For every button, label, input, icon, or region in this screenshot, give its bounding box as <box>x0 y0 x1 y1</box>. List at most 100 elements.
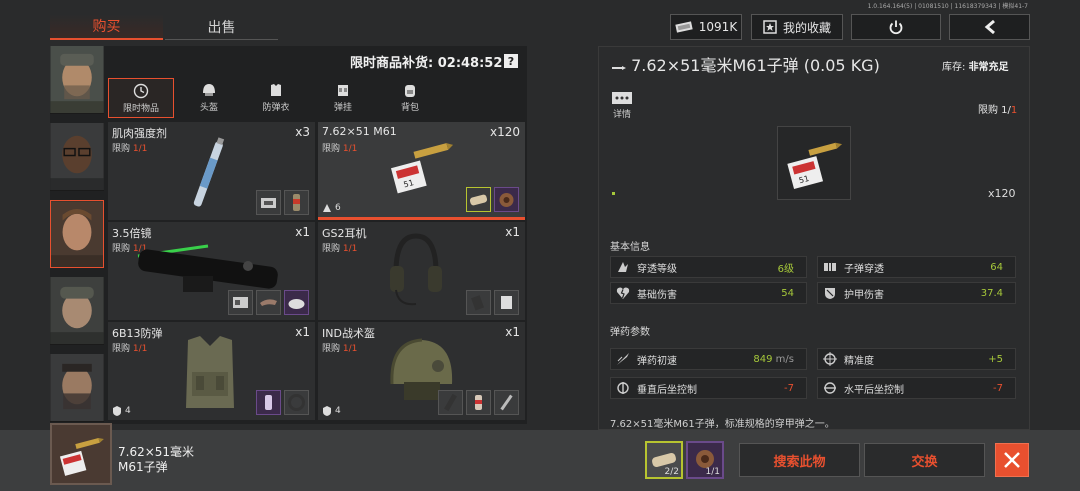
item-limit: 限购 1/1 <box>322 144 358 154</box>
vertical-recoil-icon <box>617 382 629 394</box>
req-item-1[interactable] <box>466 290 491 315</box>
crosshair-icon <box>823 352 837 366</box>
stat-armor-damage: 护甲伤害 37.4 <box>817 282 1016 304</box>
star-badge-icon <box>763 20 777 34</box>
category-label: 弹挂 <box>333 103 352 113</box>
backpack-icon <box>405 85 415 97</box>
help-button[interactable]: ? <box>504 54 518 68</box>
stock-status: 库存: 非常充足 <box>942 62 1009 73</box>
trade-button[interactable]: 交换 <box>864 443 985 477</box>
shop-panel: 限时商品补货: 02:48:52 ? 限时物品 头盔 防弹衣 弹挂 背包 肌肉强… <box>50 46 527 424</box>
req-item-2[interactable] <box>256 290 281 315</box>
favorites-label: 我的收藏 <box>782 20 831 35</box>
stat-penetration-level: 穿透等级 6级 <box>610 256 807 278</box>
cash-icon <box>675 21 693 33</box>
item-qty: x1 <box>505 225 520 239</box>
category-label: 背包 <box>400 103 419 113</box>
armor-class-badge: 4 <box>112 406 131 416</box>
tab-sell[interactable]: 出售 <box>165 14 278 40</box>
helmet-icon <box>203 84 215 96</box>
req-item-2[interactable] <box>284 190 309 215</box>
item-detail-panel <box>598 46 1030 430</box>
item-card-muscle-stim[interactable]: 肌肉强度剂 限购 1/1 x3 <box>108 122 315 220</box>
search-item-button[interactable]: 搜索此物 <box>739 443 860 477</box>
category-rig[interactable]: 弹挂 <box>310 78 376 118</box>
category-backpack[interactable]: 背包 <box>377 78 443 118</box>
broken-heart-icon <box>616 287 630 299</box>
item-limit: 限购 1/1 <box>322 344 358 354</box>
req-item-2[interactable] <box>494 187 519 212</box>
section-basic-info: 基本信息 <box>610 242 650 253</box>
weight-icon <box>323 204 331 212</box>
item-limit: 限购 1/1 <box>322 244 358 254</box>
req-item-2[interactable] <box>466 390 491 415</box>
trader-avatar-3[interactable] <box>50 200 104 268</box>
item-card-ind-helmet[interactable]: IND战术盔 限购 1/1 x1 4 <box>318 322 525 420</box>
trader-avatar-4[interactable] <box>50 277 104 345</box>
shield-icon <box>113 406 121 416</box>
syringe-image <box>193 137 225 207</box>
weight-badge: 6 <box>322 203 341 213</box>
item-card-6b13-armor[interactable]: 6B13防弹 限购 1/1 x1 4 <box>108 322 315 420</box>
item-card-scope[interactable]: 3.5倍镜 限购 1/1 x1 <box>108 222 315 320</box>
back-button[interactable] <box>949 14 1030 40</box>
req-item-3[interactable] <box>284 290 309 315</box>
item-name: IND战术盔 <box>322 327 375 340</box>
close-button[interactable] <box>995 443 1029 477</box>
trader-avatar-2[interactable] <box>50 123 104 191</box>
trade-cost-item-2[interactable]: 1/1 <box>686 441 724 479</box>
bullet-pen-icon <box>824 263 836 271</box>
ammo-box-image <box>59 437 104 476</box>
item-qty: x1 <box>505 325 520 339</box>
req-item-1[interactable] <box>438 390 463 415</box>
category-label: 限时物品 <box>122 104 159 114</box>
section-ammo-params: 弹药参数 <box>610 327 650 338</box>
trade-cost-item-1[interactable]: 2/2 <box>645 441 683 479</box>
clock-icon <box>133 83 149 99</box>
item-description: 7.62×51毫米M61子弹，标准规格的穿甲弹之一。 <box>610 419 835 430</box>
rig-icon <box>338 85 348 96</box>
purchase-limit: 限购 1/1 <box>978 105 1018 116</box>
category-label: 防弹衣 <box>262 103 290 113</box>
close-icon <box>1004 452 1020 468</box>
currency-amount: 1091K <box>698 20 738 34</box>
item-limit: 限购 1/1 <box>112 144 148 154</box>
power-icon <box>889 20 903 35</box>
req-item-1[interactable] <box>256 190 281 215</box>
velocity-icon <box>617 353 629 365</box>
penetration-icon <box>618 262 628 272</box>
stat-accuracy: 精准度 +5 <box>817 348 1016 370</box>
tab-buy[interactable]: 购买 <box>50 14 163 40</box>
req-item-1[interactable] <box>228 290 253 315</box>
item-qty: x3 <box>295 125 310 139</box>
req-item-2[interactable] <box>284 390 309 415</box>
details-button[interactable]: 详情 <box>612 92 632 120</box>
stat-vertical-recoil: 垂直后坐控制 -7 <box>610 377 807 399</box>
req-item-2[interactable] <box>494 290 519 315</box>
restock-timer: 限时商品补货: 02:48:52 <box>350 56 503 71</box>
req-item-1[interactable] <box>256 390 281 415</box>
ammo-box-image: 51 <box>787 142 843 190</box>
category-helmet[interactable]: 头盔 <box>176 78 242 118</box>
trader-avatar-5[interactable] <box>50 354 104 422</box>
selected-item-frame <box>50 423 112 485</box>
item-card-headset[interactable]: GS2耳机 限购 1/1 x1 <box>318 222 525 320</box>
req-item-3[interactable] <box>494 390 519 415</box>
power-button[interactable] <box>851 14 941 40</box>
item-card-m61-ammo[interactable]: 7.62×51 M61 限购 1/1 x120 51 6 <box>318 122 525 220</box>
trader-avatar-1[interactable] <box>50 46 104 114</box>
cost-count: 2/2 <box>664 467 679 477</box>
item-name: 6B13防弹 <box>112 327 163 340</box>
details-label: 详情 <box>612 110 631 120</box>
category-vest[interactable]: 防弹衣 <box>243 78 309 118</box>
req-item-1[interactable] <box>466 187 491 212</box>
category-limited[interactable]: 限时物品 <box>108 78 174 118</box>
bullet-icon <box>612 66 626 70</box>
horizontal-recoil-icon <box>824 382 836 394</box>
favorites-button[interactable]: 我的收藏 <box>751 14 843 40</box>
status-dot <box>612 192 615 195</box>
item-name: 7.62×51 M61 <box>322 125 397 138</box>
item-preview-frame: 51 <box>777 126 851 200</box>
item-qty: x120 <box>489 125 520 139</box>
version-text: 1.0.164.164(5) | 01081510 | 11618379343 … <box>867 3 1028 10</box>
